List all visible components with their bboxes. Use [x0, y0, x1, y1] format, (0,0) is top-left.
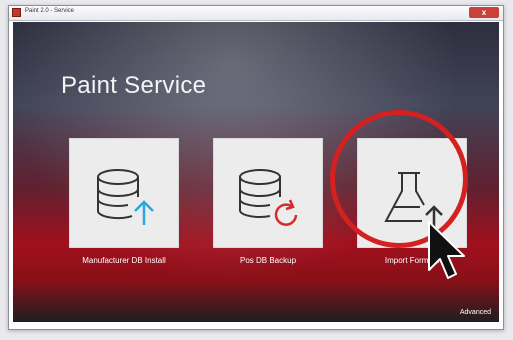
advanced-link[interactable]: Advanced — [460, 309, 491, 316]
app-icon — [12, 8, 21, 17]
tile-label-manufacturer-db-install: Manufacturer DB Install — [82, 256, 166, 265]
mouse-pointer-icon — [428, 221, 465, 279]
pos-db-backup-tile[interactable] — [213, 138, 323, 248]
title-bar: Paint 2.0 - Service x — [9, 6, 503, 21]
window-title: Paint 2.0 - Service — [25, 8, 75, 14]
database-refresh-icon — [239, 169, 298, 226]
manufacturer-db-install-tile[interactable] — [69, 138, 179, 248]
close-button[interactable]: x — [469, 7, 499, 18]
tile-label-pos-db-backup: Pos DB Backup — [239, 256, 297, 265]
page-title: Paint Service — [61, 72, 207, 99]
database-upload-icon — [97, 169, 154, 225]
